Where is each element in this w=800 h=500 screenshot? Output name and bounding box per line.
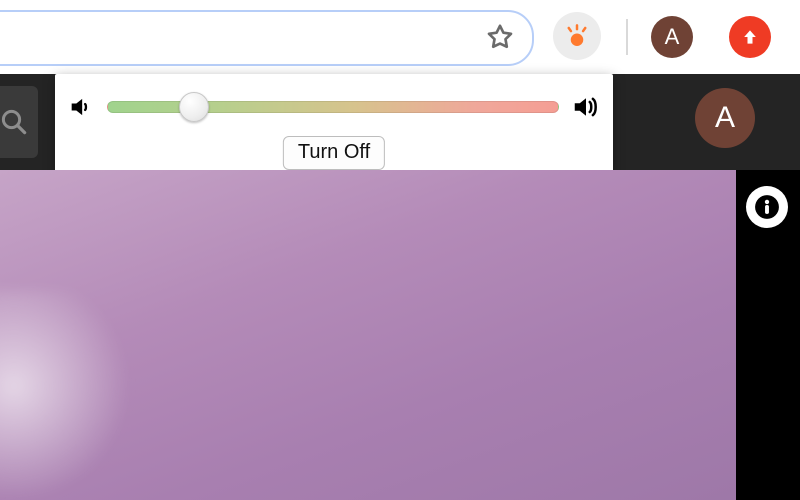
address-bar[interactable] bbox=[0, 10, 534, 66]
browser-profile-avatar[interactable]: A bbox=[651, 16, 693, 58]
volume-low-icon bbox=[67, 93, 95, 121]
extension-button[interactable] bbox=[553, 12, 601, 60]
info-button[interactable] bbox=[746, 186, 788, 228]
fan-icon bbox=[562, 21, 592, 51]
toolbar-separator bbox=[626, 19, 628, 55]
site-search-button[interactable] bbox=[0, 86, 38, 158]
arrow-up-icon bbox=[740, 27, 760, 47]
extension-popup: Turn Off bbox=[55, 74, 613, 174]
bookmark-star-icon[interactable] bbox=[484, 21, 516, 53]
search-icon bbox=[0, 107, 29, 137]
update-badge[interactable] bbox=[729, 16, 771, 58]
turn-off-button[interactable]: Turn Off bbox=[283, 136, 385, 170]
avatar-initial: A bbox=[665, 24, 680, 50]
info-icon bbox=[754, 194, 780, 220]
volume-high-icon bbox=[571, 92, 601, 122]
site-profile-avatar[interactable]: A bbox=[695, 88, 755, 148]
video-content-area[interactable] bbox=[0, 170, 736, 500]
avatar-initial: A bbox=[715, 101, 735, 135]
volume-slider[interactable] bbox=[107, 101, 559, 113]
volume-slider-thumb[interactable] bbox=[179, 92, 209, 122]
